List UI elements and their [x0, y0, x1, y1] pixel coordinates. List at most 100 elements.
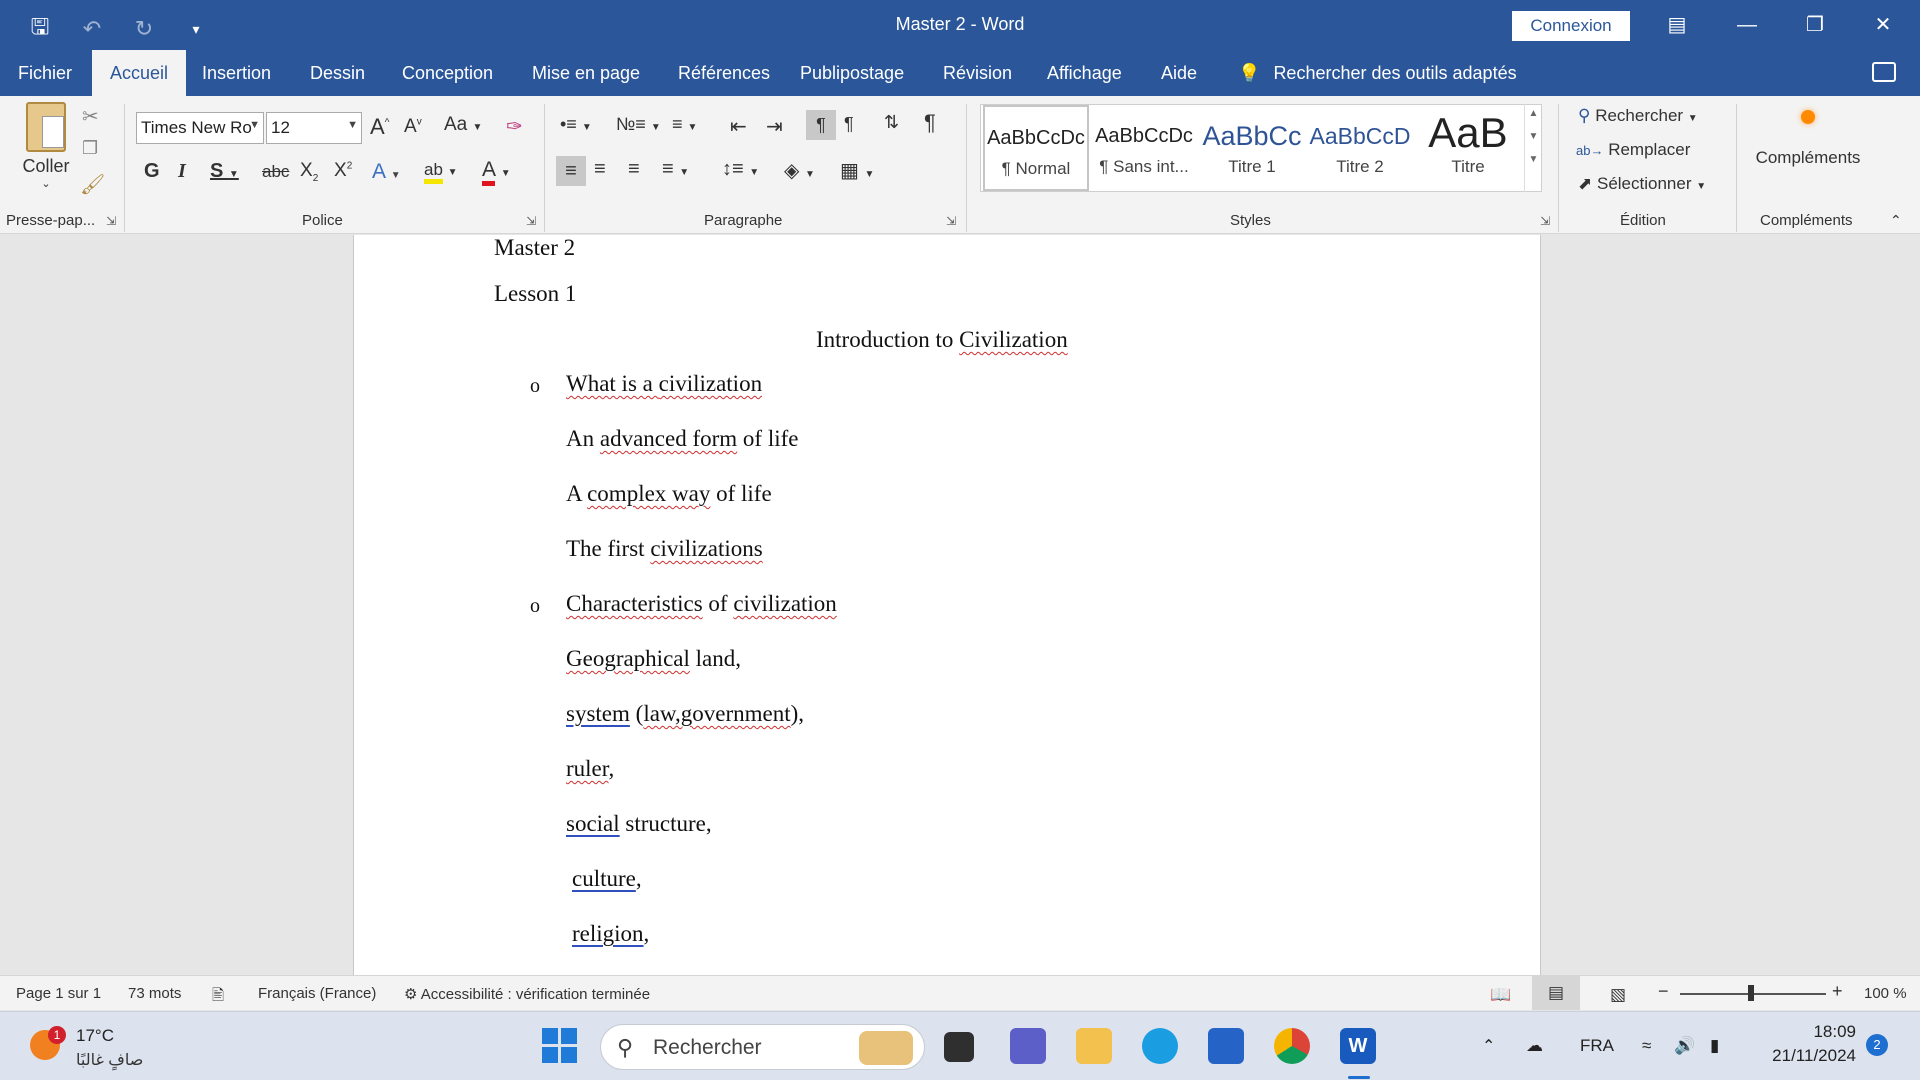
bullets-icon[interactable]: •≡ ▼	[560, 114, 592, 135]
tell-me-search[interactable]: 💡 Rechercher des outils adaptés	[1220, 50, 1535, 96]
zoom-thumb[interactable]	[1748, 985, 1754, 1001]
page-count[interactable]: Page 1 sur 1	[16, 985, 101, 1002]
onedrive-icon[interactable]: ☁	[1526, 1036, 1543, 1056]
italic-icon[interactable]: I	[178, 160, 186, 183]
web-layout-icon[interactable]: ▧	[1610, 985, 1626, 1005]
comments-icon[interactable]	[1872, 62, 1896, 82]
replace-button[interactable]: ab→ Remplacer	[1576, 140, 1690, 160]
language-indicator[interactable]: FRA	[1580, 1036, 1614, 1056]
teams-icon[interactable]	[1010, 1028, 1046, 1064]
grow-font-icon[interactable]: A^	[370, 114, 389, 140]
zoom-in-icon[interactable]: +	[1832, 981, 1843, 1002]
language-status[interactable]: Français (France)	[258, 985, 376, 1002]
minimize-icon[interactable]: —	[1724, 8, 1770, 42]
weather-widget[interactable]: 1 17°C صافٍ غالبًا	[26, 1020, 166, 1072]
file-explorer-icon[interactable]	[1076, 1028, 1112, 1064]
scroll-up-icon[interactable]: ▲	[1525, 108, 1542, 119]
align-center-icon[interactable]: ≡	[594, 158, 606, 181]
font-launcher-icon[interactable]: ⇲	[526, 214, 536, 228]
read-mode-icon[interactable]: 📖	[1490, 985, 1511, 1005]
subscript-icon[interactable]: X2	[300, 160, 318, 184]
shrink-font-icon[interactable]: Av	[404, 116, 422, 138]
decrease-indent-icon[interactable]: ⇤	[730, 114, 747, 139]
scroll-down-icon[interactable]: ▼	[1525, 131, 1542, 142]
collapse-ribbon-icon[interactable]: ⌃	[1890, 212, 1902, 229]
format-painter-icon[interactable]: 🖌	[80, 172, 105, 197]
store-icon[interactable]	[1208, 1028, 1244, 1064]
style-normal[interactable]: AaBbCcDc ¶ Normal	[983, 105, 1089, 191]
customize-icon[interactable]: ▾	[182, 21, 210, 38]
shading-icon[interactable]: ◈ ▼	[784, 158, 815, 183]
numbering-icon[interactable]: №≡ ▼	[616, 114, 661, 135]
strikethrough-icon[interactable]: abc	[262, 162, 289, 182]
copy-icon[interactable]: ❐	[82, 138, 98, 159]
line-spacing-icon[interactable]: ↕≡ ▼	[722, 158, 759, 181]
rtl-icon[interactable]: ¶	[844, 114, 854, 135]
taskbar-search[interactable]: ⚲ Rechercher	[600, 1024, 925, 1070]
proofing-icon[interactable]: 🖹	[212, 985, 224, 1010]
underline-icon[interactable]: S ▼	[210, 160, 239, 183]
paste-button[interactable]: Coller ⌄	[18, 102, 74, 202]
close-icon[interactable]: ✕	[1860, 8, 1906, 42]
notification-badge[interactable]: 2	[1866, 1034, 1888, 1056]
volume-icon[interactable]: 🔊	[1674, 1036, 1695, 1056]
style-heading-1[interactable]: AaBbCc Titre 1	[1199, 105, 1305, 191]
tab-publipostage[interactable]: Publipostage	[782, 50, 922, 96]
ltr-icon[interactable]: ¶	[806, 110, 836, 140]
document-page[interactable]: Master 2 Lesson 1 Introduction to Civili…	[353, 235, 1541, 975]
more-styles-icon[interactable]: ▼	[1525, 154, 1542, 165]
zoom-level[interactable]: 100 %	[1864, 985, 1907, 1002]
zoom-out-icon[interactable]: −	[1658, 981, 1669, 1002]
ribbon-display-icon[interactable]: ▤	[1654, 8, 1700, 42]
style-heading-2[interactable]: AaBbCcD Titre 2	[1307, 105, 1413, 191]
find-button[interactable]: ⚲ Rechercher ▼	[1578, 106, 1698, 126]
font-size-select[interactable]: 12 ▼	[266, 112, 362, 144]
save-icon[interactable]: 🖫	[26, 10, 54, 48]
task-view-icon[interactable]	[944, 1032, 974, 1062]
paragraph-launcher-icon[interactable]: ⇲	[946, 214, 956, 228]
superscript-icon[interactable]: X2	[334, 160, 352, 182]
tab-mise-en-page[interactable]: Mise en page	[514, 50, 658, 96]
tab-insertion[interactable]: Insertion	[184, 50, 289, 96]
show-marks-icon[interactable]: ¶	[924, 110, 936, 136]
tab-affichage[interactable]: Affichage	[1029, 50, 1140, 96]
styles-launcher-icon[interactable]: ⇲	[1540, 214, 1550, 228]
signin-button[interactable]: Connexion	[1512, 11, 1630, 41]
font-color-icon[interactable]: A ▼	[482, 158, 511, 186]
style-no-spacing[interactable]: AaBbCcDc ¶ Sans int...	[1091, 105, 1197, 191]
style-title[interactable]: AaB Titre	[1415, 105, 1521, 191]
tab-aide[interactable]: Aide	[1143, 50, 1215, 96]
edge-icon[interactable]	[1142, 1028, 1178, 1064]
cut-icon[interactable]: ✂	[82, 104, 99, 129]
borders-icon[interactable]: ▦ ▼	[840, 158, 874, 183]
tab-references[interactable]: Références	[660, 50, 788, 96]
align-right-icon[interactable]: ≡	[628, 158, 640, 181]
clear-formatting-icon[interactable]: ✑	[506, 114, 523, 139]
font-family-select[interactable]: Times New Ro ▼	[136, 112, 264, 144]
justify-icon[interactable]: ≡ ▼	[662, 158, 689, 181]
tab-conception[interactable]: Conception	[384, 50, 511, 96]
start-icon[interactable]	[542, 1028, 578, 1064]
change-case-button[interactable]: Aa ▼	[444, 114, 482, 136]
wifi-icon[interactable]: ≈	[1642, 1036, 1651, 1056]
styles-scroll[interactable]: ▲ ▼ ▼	[1524, 104, 1542, 192]
select-button[interactable]: ⬈ Sélectionner ▼	[1578, 174, 1706, 194]
undo-icon[interactable]: ↶	[78, 16, 106, 42]
accessibility-status[interactable]: ⚙ Accessibilité : vérification terminée	[404, 985, 650, 1003]
increase-indent-icon[interactable]: ⇥	[766, 114, 783, 139]
print-layout-icon[interactable]: ▤	[1532, 976, 1580, 1010]
clock[interactable]: 18:09 21/11/2024	[1760, 1022, 1856, 1066]
tab-fichier[interactable]: Fichier	[0, 50, 90, 96]
word-icon[interactable]: W	[1340, 1028, 1376, 1064]
highlight-icon[interactable]: ab ▼	[424, 160, 458, 184]
battery-icon[interactable]: ▮	[1710, 1036, 1719, 1056]
sort-icon[interactable]: ⇅	[884, 112, 899, 133]
redo-icon[interactable]: ↻	[130, 16, 158, 42]
tab-revision[interactable]: Révision	[925, 50, 1030, 96]
tab-dessin[interactable]: Dessin	[292, 50, 383, 96]
bold-icon[interactable]: G	[144, 160, 160, 183]
multilevel-list-icon[interactable]: ≡ ▼	[672, 114, 697, 135]
align-left-icon[interactable]: ≡	[556, 156, 586, 186]
show-hidden-icons[interactable]: ⌃	[1482, 1036, 1495, 1056]
restore-icon[interactable]: ❐	[1792, 8, 1838, 42]
